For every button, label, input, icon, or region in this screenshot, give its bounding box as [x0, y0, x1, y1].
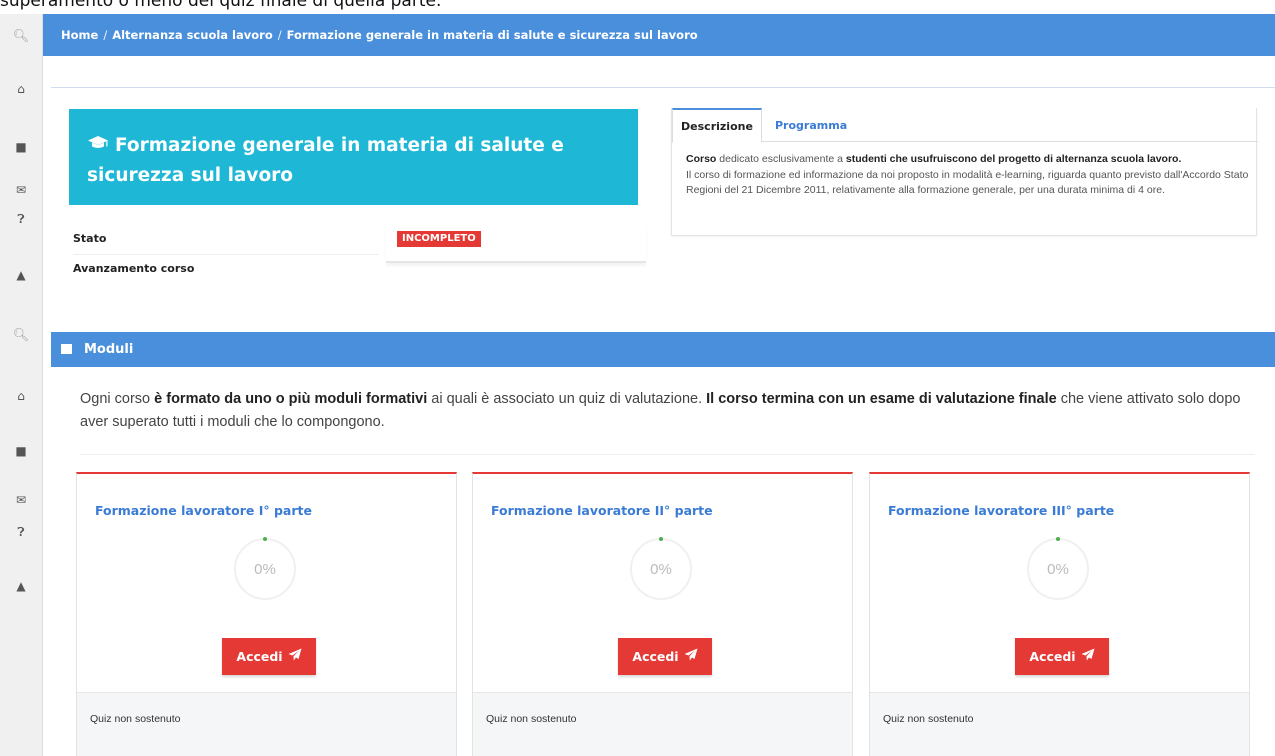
- graduation-cap-icon: [87, 132, 109, 161]
- breadcrumb-separator: /: [277, 28, 282, 42]
- stato-row: Stato: [73, 225, 379, 255]
- module-card: Formazione lavoratore I° parte 0% Accedi…: [76, 472, 457, 756]
- module-title[interactable]: Formazione lavoratore II° parte: [491, 503, 713, 518]
- course-hero: Formazione generale in materia di salute…: [69, 109, 638, 205]
- envelope-icon[interactable]: ✉: [10, 179, 32, 201]
- home-icon[interactable]: ⌂: [10, 385, 32, 407]
- tab-programma[interactable]: Programma: [775, 108, 847, 143]
- paper-plane-icon: [684, 648, 698, 665]
- progress-circle: 0%: [234, 537, 296, 600]
- page: superamento o meno del quiz finale di qu…: [0, 0, 1275, 756]
- search-icon[interactable]: 🔍︎: [10, 25, 32, 47]
- accedi-label: Accedi: [632, 649, 679, 664]
- search-icon[interactable]: 🔍︎: [10, 324, 32, 346]
- breadcrumb-current: Formazione generale in materia di salute…: [286, 28, 698, 42]
- home-icon[interactable]: ⌂: [10, 78, 32, 100]
- desc-paragraph: Il corso di formazione ed informazione d…: [686, 168, 1249, 197]
- accedi-label: Accedi: [236, 649, 283, 664]
- avanzamento-label: Avanzamento corso: [73, 262, 195, 275]
- desc-bold-corso: Corso: [686, 153, 717, 165]
- top-navbar: Home / Alternanza scuola lavoro / Formaz…: [43, 14, 1275, 56]
- breadcrumb-separator: /: [103, 28, 108, 42]
- course-panel: Formazione generale in materia di salute…: [51, 87, 1275, 319]
- module-title[interactable]: Formazione lavoratore I° parte: [95, 503, 312, 518]
- moduli-title: Moduli: [84, 342, 134, 357]
- accedi-button[interactable]: Accedi: [222, 638, 316, 675]
- course-title-text: Formazione generale in materia di salute…: [87, 135, 564, 186]
- accedi-label: Accedi: [1029, 649, 1076, 664]
- avanzamento-row: Avanzamento corso: [73, 255, 379, 285]
- stato-value-cell: INCOMPLETO: [386, 225, 646, 263]
- progress-circle: 0%: [630, 537, 692, 600]
- user-icon[interactable]: ▲: [10, 264, 32, 286]
- tab-descrizione[interactable]: Descrizione: [672, 108, 762, 143]
- top-caption: superamento o meno del quiz finale di qu…: [0, 0, 442, 10]
- sidebar-bottom: 🔍︎ ⌂ ■ ✉ ❓︎ ▲: [0, 318, 43, 756]
- desc-text: dedicato esclusivamente a: [716, 153, 846, 165]
- divider: [80, 454, 1255, 455]
- moduli-intro: Ogni corso è formato da uno o più moduli…: [80, 388, 1260, 434]
- envelope-icon[interactable]: ✉: [10, 489, 32, 511]
- progress-percent: 0%: [1047, 560, 1069, 578]
- paper-plane-icon: [1081, 648, 1095, 665]
- desc-bold-studenti: studenti che usufruiscono del progetto d…: [845, 153, 1182, 165]
- intro-text: ai quali è associato un quiz di valutazi…: [427, 391, 707, 407]
- user-icon[interactable]: ▲: [10, 575, 32, 597]
- intro-text: Ogni corso: [80, 391, 155, 407]
- course-title: Formazione generale in materia di salute…: [87, 131, 627, 190]
- progress-circle: 0%: [1027, 537, 1089, 600]
- breadcrumb: Home / Alternanza scuola lavoro / Formaz…: [61, 14, 698, 56]
- description-text: Corso dedicato esclusivamente a studenti…: [686, 152, 1252, 199]
- stato-label: Stato: [73, 232, 107, 245]
- module-footer: Quiz non sostenuto: [77, 692, 456, 756]
- module-title[interactable]: Formazione lavoratore III° parte: [888, 503, 1114, 518]
- intro-bold: Il corso termina con un esame di valutaz…: [706, 391, 1057, 407]
- square-icon: [61, 344, 72, 354]
- course-tabs: Descrizione Programma Corso dedicato esc…: [671, 108, 1258, 236]
- tab-bar: Descrizione Programma: [672, 108, 1258, 143]
- paper-plane-icon: [288, 648, 302, 665]
- question-icon[interactable]: ❓︎: [10, 208, 32, 230]
- intro-bold: è formato da uno o più moduli formativi: [154, 391, 428, 407]
- moduli-header: Moduli: [51, 332, 1275, 367]
- book-icon[interactable]: ■: [10, 440, 32, 462]
- quiz-status: Quiz non sostenuto: [90, 713, 181, 725]
- sidebar-top: 🔍︎ ⌂ ■ ✉ ❓︎ ▲: [0, 14, 43, 318]
- question-icon[interactable]: ❓︎: [10, 521, 32, 543]
- progress-percent: 0%: [650, 560, 672, 578]
- breadcrumb-home[interactable]: Home: [61, 28, 98, 42]
- module-footer: Quiz non sostenuto: [870, 692, 1249, 756]
- module-footer: Quiz non sostenuto: [473, 692, 852, 756]
- module-card: Formazione lavoratore III° parte 0% Acce…: [869, 472, 1250, 756]
- quiz-status: Quiz non sostenuto: [883, 713, 974, 725]
- module-card: Formazione lavoratore II° parte 0% Acced…: [472, 472, 853, 756]
- accedi-button[interactable]: Accedi: [618, 638, 712, 675]
- book-icon[interactable]: ■: [10, 136, 32, 158]
- accedi-button[interactable]: Accedi: [1015, 638, 1109, 675]
- quiz-status: Quiz non sostenuto: [486, 713, 577, 725]
- status-badge: INCOMPLETO: [397, 231, 481, 247]
- progress-percent: 0%: [254, 560, 276, 578]
- breadcrumb-section[interactable]: Alternanza scuola lavoro: [112, 28, 273, 42]
